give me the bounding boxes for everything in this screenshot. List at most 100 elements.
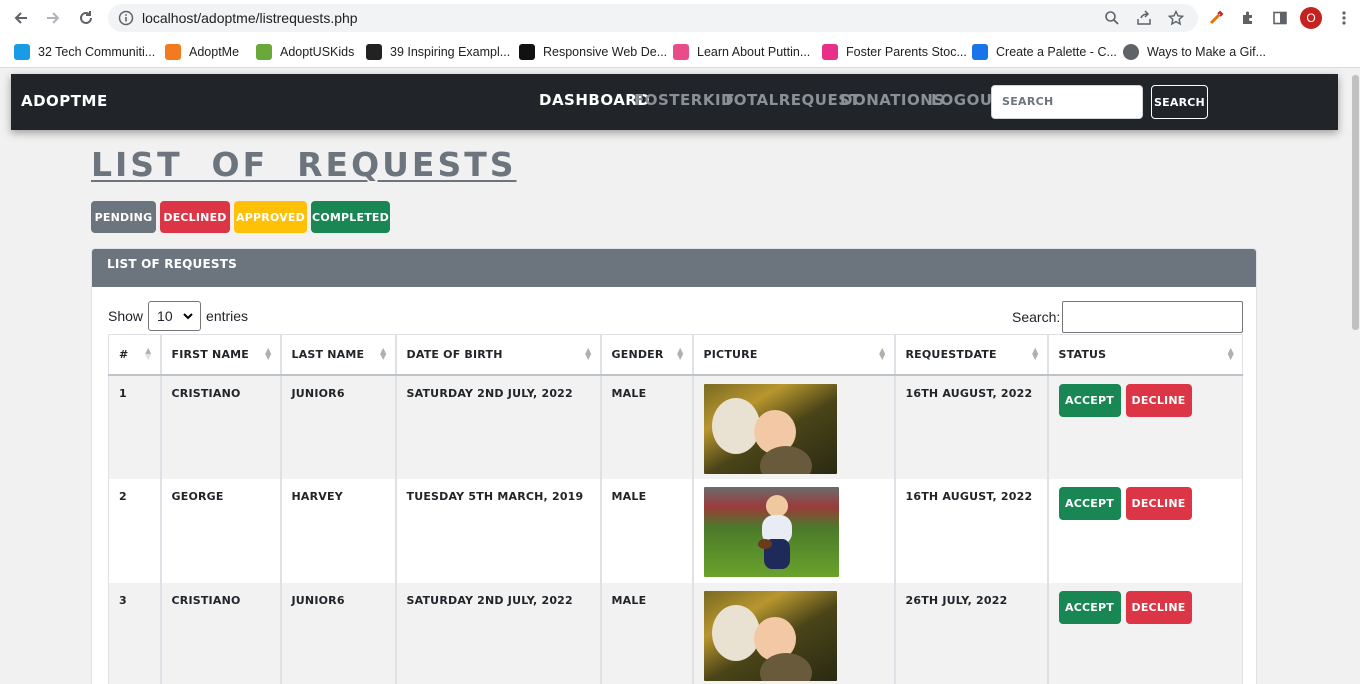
column-header-requestdate[interactable]: REQUESTDATE ▲ ▼ [893, 334, 1048, 376]
page-content: ADOPTME DASHBOARD FOSTERKID TOTALREQUEST… [0, 69, 1350, 684]
bookmark-favicon-icon [366, 44, 382, 60]
profile-avatar[interactable]: O [1300, 7, 1322, 29]
search-button[interactable]: SEARCH [1151, 85, 1208, 119]
bookmark-star-icon[interactable] [1168, 10, 1184, 26]
table-search: Search: [1012, 301, 1244, 333]
table-header-row: # ▲ ▼ FIRST NAME ▲ ▼ LAST NAME ▲ ▼ DATE OF BIR… [108, 334, 1243, 376]
bookmark-item[interactable]: AdoptMe [165, 42, 239, 62]
search-input[interactable]: SEARCH [991, 85, 1143, 119]
bookmark-item[interactable]: Foster Parents Stoc... [822, 42, 967, 62]
child-photo [703, 590, 837, 681]
bookmark-item[interactable]: Learn About Puttin... [673, 42, 810, 62]
side-panel-icon[interactable] [1268, 6, 1292, 30]
accept-button[interactable]: ACCEPT [1058, 590, 1121, 624]
column-header-date-of-birth[interactable]: DATE OF BIRTH ▲ ▼ [394, 334, 601, 376]
app-navbar: ADOPTME DASHBOARD FOSTERKID TOTALREQUEST… [11, 74, 1338, 130]
table-row: 2 GEORGE HARVEY TUESDAY 5TH MARCH, 2019 … [108, 478, 1243, 583]
color-picker-extension-icon[interactable] [1204, 6, 1228, 30]
nav-donations[interactable]: DONATIONS [840, 91, 945, 109]
extensions-puzzle-icon[interactable] [1236, 6, 1260, 30]
page-scrollbar[interactable] [1350, 69, 1360, 684]
table-search-input[interactable] [1062, 301, 1244, 333]
column-header-first-name[interactable]: FIRST NAME ▲ ▼ [159, 334, 281, 376]
filter-approved-button[interactable]: APPROVED [234, 201, 307, 233]
child-photo [703, 486, 839, 577]
forward-arrow-icon[interactable] [41, 6, 65, 30]
globe-icon [1123, 44, 1139, 60]
back-arrow-icon[interactable] [9, 6, 33, 30]
kebab-menu-icon[interactable] [1332, 6, 1356, 30]
decline-button[interactable]: DECLINE [1125, 383, 1192, 417]
bookmark-item[interactable]: AdoptUSKids [256, 42, 354, 62]
bookmark-favicon-icon [256, 44, 272, 60]
cell-gender: MALE [599, 374, 693, 479]
cell-picture [691, 478, 895, 583]
child-photo [703, 383, 837, 474]
accept-button[interactable]: ACCEPT [1058, 486, 1121, 520]
cell-id: 2 [108, 478, 161, 583]
sort-icon: ▲ ▼ [265, 346, 272, 361]
cell-date-of-birth: SATURDAY 2ND JULY, 2022 [394, 374, 601, 479]
page-title: LIST OF REQUESTS [91, 145, 517, 184]
column-header-id[interactable]: # ▲ ▼ [108, 334, 161, 376]
requests-card: LIST OF REQUESTS Show 10 entries Search:… [91, 248, 1257, 684]
sort-icon: ▲ ▼ [879, 346, 886, 361]
brand-logo[interactable]: ADOPTME [21, 92, 108, 110]
filter-declined-button[interactable]: DECLINED [160, 201, 230, 233]
accept-button[interactable]: ACCEPT [1058, 383, 1121, 417]
cell-status: ACCEPT DECLINE [1046, 478, 1243, 583]
entries-select[interactable]: 10 [148, 301, 202, 331]
sort-icon: ▲ ▼ [380, 346, 387, 361]
reload-icon[interactable] [74, 6, 98, 30]
bookmark-item[interactable]: Ways to Make a Gif... [1123, 42, 1266, 62]
sort-asc-icon: ▲ ▼ [145, 346, 152, 361]
decline-button[interactable]: DECLINE [1125, 590, 1192, 624]
scrollbar-thumb[interactable] [1352, 75, 1359, 330]
sort-icon: ▲ ▼ [585, 346, 592, 361]
bookmark-item[interactable]: Responsive Web De... [519, 42, 667, 62]
cell-last-name: HARVEY [279, 478, 396, 583]
cell-last-name: JUNIOR6 [279, 582, 396, 684]
column-header-picture[interactable]: PICTURE ▲ ▼ [691, 334, 895, 376]
bookmarks-bar: 32 Tech Communiti... AdoptMe AdoptUSKids… [0, 36, 1360, 92]
filter-completed-button[interactable]: COMPLETED [311, 201, 390, 233]
info-icon[interactable] [118, 10, 134, 26]
column-header-last-name[interactable]: LAST NAME ▲ ▼ [279, 334, 396, 376]
table-row: 1 CRISTIANO JUNIOR6 SATURDAY 2ND JULY, 2… [108, 374, 1243, 479]
bookmark-favicon-icon [519, 44, 535, 60]
cell-picture [691, 582, 895, 684]
nav-fosterkid[interactable]: FOSTERKID [634, 91, 734, 109]
cell-status: ACCEPT DECLINE [1046, 582, 1243, 684]
cell-first-name: GEORGE [159, 478, 281, 583]
card-header: LIST OF REQUESTS [92, 249, 1256, 287]
bookmark-favicon-icon [165, 44, 181, 60]
cell-first-name: CRISTIANO [159, 582, 281, 684]
cell-status: ACCEPT DECLINE [1046, 374, 1243, 479]
table-row: 3 CRISTIANO JUNIOR6 SATURDAY 2ND JULY, 2… [108, 582, 1243, 684]
decline-button[interactable]: DECLINE [1125, 486, 1192, 520]
cell-id: 1 [108, 374, 161, 479]
sort-icon: ▲ ▼ [1227, 346, 1234, 361]
cell-gender: MALE [599, 478, 693, 583]
cell-id: 3 [108, 582, 161, 684]
cell-last-name: JUNIOR6 [279, 374, 396, 479]
sort-icon: ▲ ▼ [1032, 346, 1039, 361]
bookmark-favicon-icon [972, 44, 988, 60]
column-header-gender[interactable]: GENDER ▲ ▼ [599, 334, 693, 376]
bookmark-favicon-icon [822, 44, 838, 60]
bookmark-favicon-icon [14, 44, 30, 60]
entries-length-control: Show 10 entries [108, 301, 248, 331]
column-header-status[interactable]: STATUS ▲ ▼ [1046, 334, 1243, 376]
url-text[interactable]: localhost/adoptme/listrequests.php [142, 10, 358, 26]
bookmark-favicon-icon [673, 44, 689, 60]
cell-gender: MALE [599, 582, 693, 684]
filter-pending-button[interactable]: PENDING [91, 201, 156, 233]
cell-first-name: CRISTIANO [159, 374, 281, 479]
share-icon[interactable] [1136, 10, 1152, 26]
bookmark-item[interactable]: Create a Palette - C... [972, 42, 1117, 62]
bookmark-item[interactable]: 32 Tech Communiti... [14, 42, 155, 62]
cell-date-of-birth: TUESDAY 5TH MARCH, 2019 [394, 478, 601, 583]
address-bar[interactable]: localhost/adoptme/listrequests.php [108, 4, 1198, 32]
zoom-icon[interactable] [1104, 10, 1120, 26]
bookmark-item[interactable]: 39 Inspiring Exampl... [366, 42, 510, 62]
